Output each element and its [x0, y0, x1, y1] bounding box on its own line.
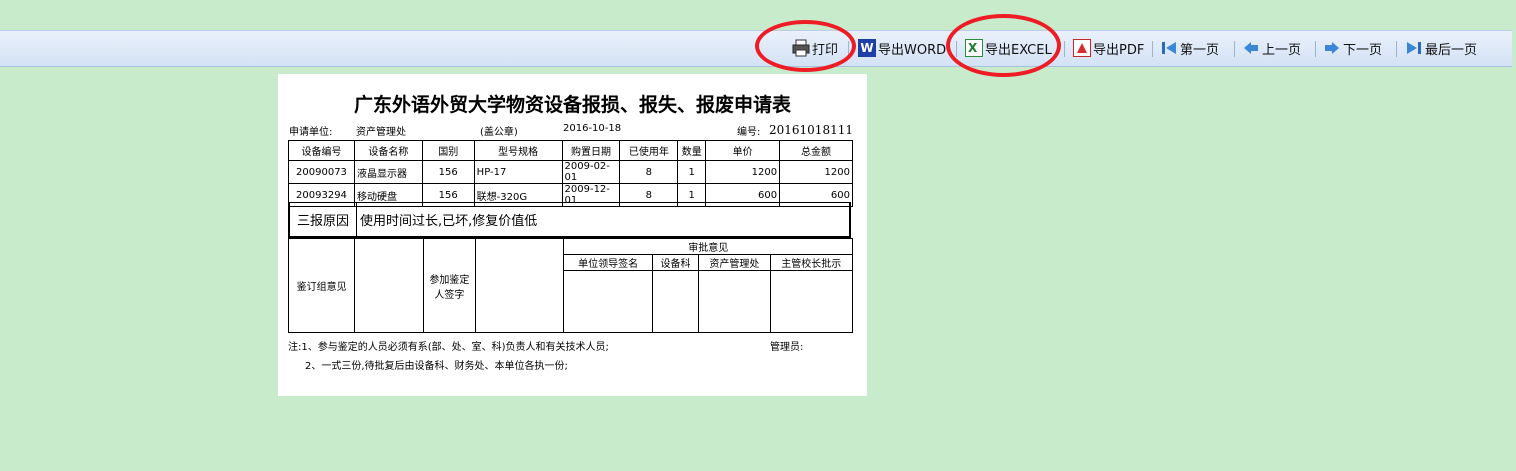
- header-cell: 型号规格: [473, 140, 563, 161]
- header-cell: 国别: [421, 140, 475, 161]
- toolbar-divider: [1315, 41, 1316, 57]
- table-cell: 液晶显示器: [353, 160, 423, 184]
- next-page-button[interactable]: 下一页: [1323, 37, 1382, 59]
- participant-sign-label: 参加鉴定人签字: [422, 238, 476, 333]
- approval-col: 设备科: [651, 254, 700, 271]
- approval-col: 主管校长批示: [769, 254, 854, 271]
- header-cell: 数量: [677, 140, 707, 161]
- approval-header: 审批意见: [563, 238, 853, 255]
- next-page-label: 下一页: [1343, 42, 1383, 58]
- export-pdf-button[interactable]: 导出PDF: [1073, 37, 1144, 59]
- pdf-icon: [1073, 39, 1091, 57]
- toolbar-divider: [1396, 41, 1397, 57]
- approval-cell: [651, 270, 700, 333]
- number-label: 编号:: [737, 127, 761, 138]
- last-page-label: 最后一页: [1425, 42, 1478, 58]
- header-cell: 设备编号: [288, 140, 355, 161]
- review-group-label: 鉴订组意见: [287, 238, 356, 333]
- table-cell: 8: [619, 160, 679, 184]
- last-page-icon: [1405, 39, 1423, 57]
- header-cell: 单价: [705, 140, 781, 161]
- approval-cell: [698, 270, 771, 333]
- table-cell: 1200: [779, 160, 853, 184]
- note-line-2: 2、一式三份,待批复后由设备科、财务处、本单位各执一份;: [305, 361, 568, 372]
- prev-page-button[interactable]: 上一页: [1242, 37, 1301, 59]
- form-title: 广东外语外贸大学物资设备报损、报失、报废申请表: [353, 94, 791, 116]
- export-word-button[interactable]: W 导出WORD: [858, 37, 946, 59]
- reason-label: 三报原因: [290, 203, 357, 236]
- arrow-left-icon: [1242, 39, 1260, 57]
- approval-col: 单位领导签名: [563, 254, 653, 271]
- arrow-right-icon: [1323, 39, 1341, 57]
- first-page-icon: [1160, 39, 1178, 57]
- approval-col: 资产管理处: [698, 254, 771, 271]
- table-cell: 156: [421, 160, 475, 184]
- equipment-table: 设备编号 设备名称 国别 型号规格 购置日期 已使用年 数量 单价 总金额 20…: [288, 140, 853, 207]
- review-group-cell: [354, 238, 424, 333]
- table-cell: 2009-02-01: [561, 160, 621, 184]
- table-header-row: 设备编号 设备名称 国别 型号规格 购置日期 已使用年 数量 单价 总金额: [288, 140, 853, 161]
- table-row: 20090073 液晶显示器 156 HP-17 2009-02-01 8 1 …: [288, 160, 853, 184]
- annotation-circle: [946, 14, 1061, 77]
- approval-cell: [769, 270, 854, 333]
- approval-table: 鉴订组意见 参加鉴定人签字 审批意见 单位领导签名 设备科 资产管理处 主管校长…: [287, 238, 854, 333]
- manager-label: 管理员:: [770, 342, 804, 353]
- toolbar-divider: [1064, 41, 1065, 57]
- export-pdf-label: 导出PDF: [1093, 42, 1145, 58]
- report-page: 广东外语外贸大学物资设备报损、报失、报废申请表 申请单位: 资产管理处 (盖公章…: [278, 74, 867, 396]
- header-cell: 总金额: [779, 140, 853, 161]
- applicant-label: 申请单位:: [289, 127, 333, 138]
- export-word-label: 导出WORD: [878, 42, 947, 58]
- reason-section: 三报原因 使用时间过长,已坏,修复价值低: [288, 202, 851, 238]
- seal-label: (盖公章): [480, 127, 518, 138]
- participant-sign-cell: [474, 238, 565, 333]
- table-cell: HP-17: [473, 160, 563, 184]
- applicant-value: 资产管理处: [356, 127, 406, 138]
- header-cell: 购置日期: [561, 140, 621, 161]
- approval-cell: [563, 270, 653, 333]
- note-line-1: 注:1、参与鉴定的人员必须有系(部、处、室、科)负责人和有关技术人员;: [288, 342, 609, 353]
- table-cell: 1: [677, 160, 707, 184]
- reason-text: 使用时间过长,已坏,修复价值低: [360, 214, 538, 229]
- word-icon: W: [858, 39, 876, 57]
- annotation-circle: [755, 20, 856, 72]
- first-page-button[interactable]: 第一页: [1160, 37, 1219, 59]
- toolbar-divider: [1152, 41, 1153, 57]
- form-date: 2016-10-18: [563, 123, 622, 134]
- table-cell: 20090073: [288, 160, 355, 184]
- table-cell: 1200: [705, 160, 781, 184]
- number-value: 20161018111: [769, 123, 853, 137]
- toolbar-divider: [1234, 41, 1235, 57]
- last-page-button[interactable]: 最后一页: [1405, 37, 1477, 59]
- header-cell: 设备名称: [353, 140, 423, 161]
- first-page-label: 第一页: [1180, 42, 1220, 58]
- header-cell: 已使用年: [619, 140, 679, 161]
- prev-page-label: 上一页: [1262, 42, 1302, 58]
